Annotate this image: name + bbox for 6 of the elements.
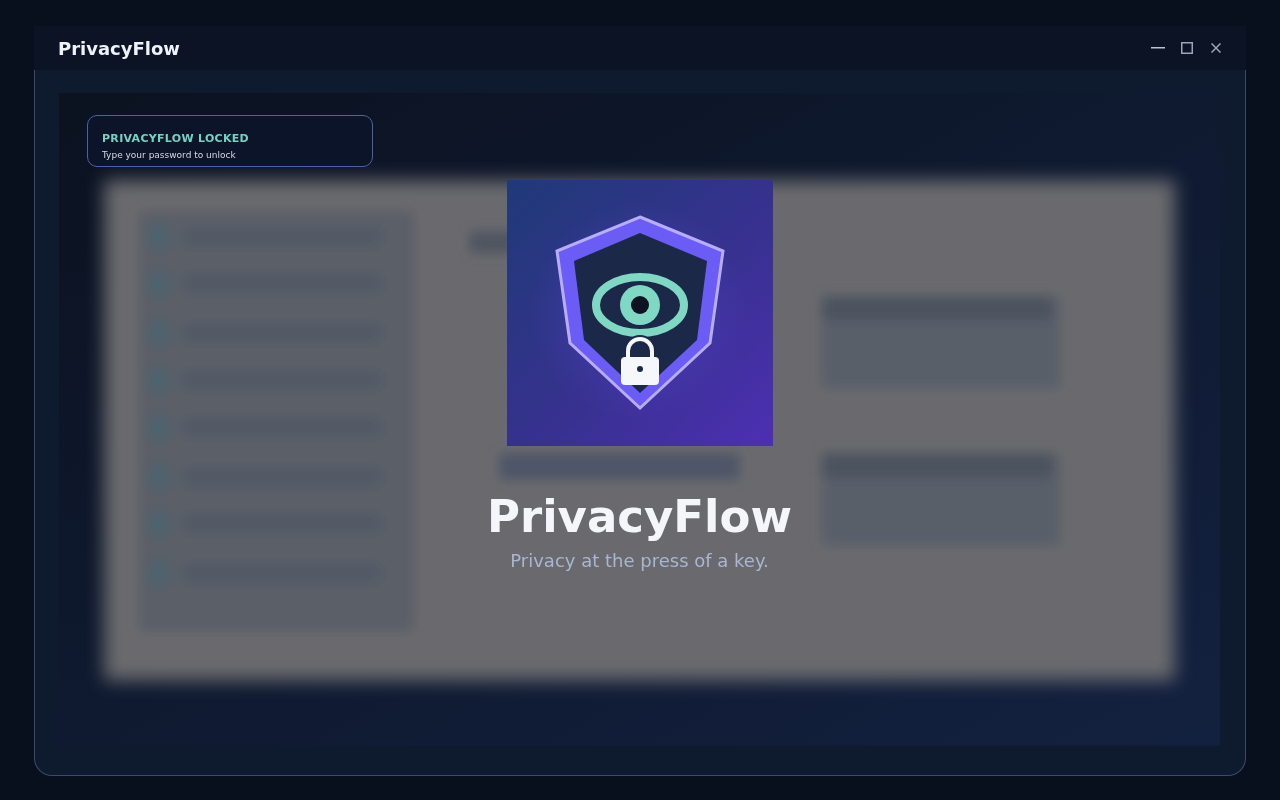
window-title: PrivacyFlow xyxy=(58,37,180,59)
minimize-icon xyxy=(1151,47,1165,49)
lock-notice-message: Type your password to unlock xyxy=(102,149,237,161)
maximize-icon xyxy=(1181,42,1193,54)
close-icon xyxy=(1211,43,1221,53)
lock-notice-title: PRIVACYFLOW LOCKED xyxy=(102,132,250,146)
